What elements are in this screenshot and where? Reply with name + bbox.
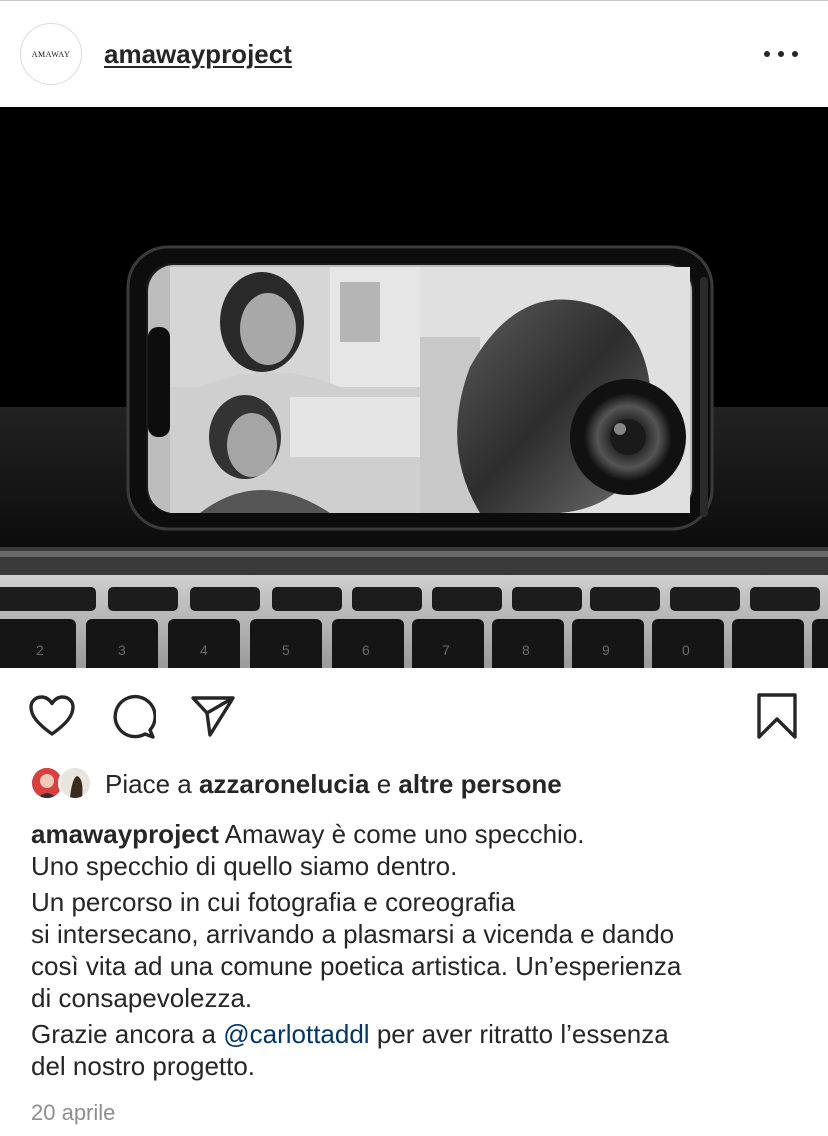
likes-user-link[interactable]: azzaronelucia — [199, 769, 370, 799]
post-header: AMAWAY amawayproject — [0, 1, 828, 107]
svg-text:3: 3 — [118, 642, 126, 658]
svg-text:7: 7 — [442, 642, 450, 658]
avatar-logo-text: AMAWAY — [31, 49, 71, 59]
caption-line: Uno specchio di quello siamo dentro. — [31, 851, 458, 881]
post-actions — [0, 668, 828, 768]
caption-line: del nostro progetto. — [31, 1051, 256, 1081]
caption-line: si intersecano, arrivando a plasmarsi a … — [31, 919, 675, 949]
caption-line: Un percorso in cui fotografia e coreogra… — [31, 887, 516, 917]
avatar[interactable]: AMAWAY — [20, 23, 82, 85]
post-username[interactable]: amawayproject — [104, 39, 292, 70]
comment-icon[interactable] — [110, 694, 157, 745]
svg-text:5: 5 — [282, 642, 290, 658]
caption-line: così vita ad una comune poetica artistic… — [31, 951, 682, 981]
likes-prefix: Piace a — [105, 769, 192, 799]
liker-avatar[interactable] — [58, 766, 92, 800]
svg-text:2: 2 — [36, 642, 44, 658]
svg-text:4: 4 — [200, 642, 208, 658]
post-date[interactable]: 20 aprile — [31, 1100, 115, 1126]
post-image[interactable]: 2 3 4 5 6 7 8 9 0 — [0, 107, 828, 668]
svg-text:0: 0 — [682, 642, 690, 658]
caption-line: di consapevolezza. — [31, 983, 253, 1013]
likes-text: Piace a azzaronelucia e altre persone — [105, 769, 562, 800]
caption-line: per aver ritratto l’essenza — [376, 1019, 669, 1049]
svg-text:8: 8 — [522, 642, 530, 658]
send-icon[interactable] — [190, 694, 236, 743]
caption-username[interactable]: amawayproject — [31, 819, 219, 849]
likes-others-link[interactable]: altre persone — [398, 769, 561, 799]
more-options-icon[interactable] — [764, 39, 798, 69]
svg-text:6: 6 — [362, 642, 370, 658]
post-caption: amawayproject Amaway è come uno specchio… — [31, 818, 811, 1082]
caption-line: Amaway è come uno specchio. — [224, 819, 585, 849]
svg-text:9: 9 — [602, 642, 610, 658]
caption-line: Grazie ancora a — [31, 1019, 216, 1049]
heart-icon[interactable] — [28, 694, 76, 743]
likes-conj: e — [376, 769, 392, 799]
bookmark-icon[interactable] — [756, 692, 798, 745]
mention-link[interactable]: @carlottaddl — [223, 1019, 369, 1049]
likes-row: Piace a azzaronelucia e altre persone — [30, 766, 810, 804]
